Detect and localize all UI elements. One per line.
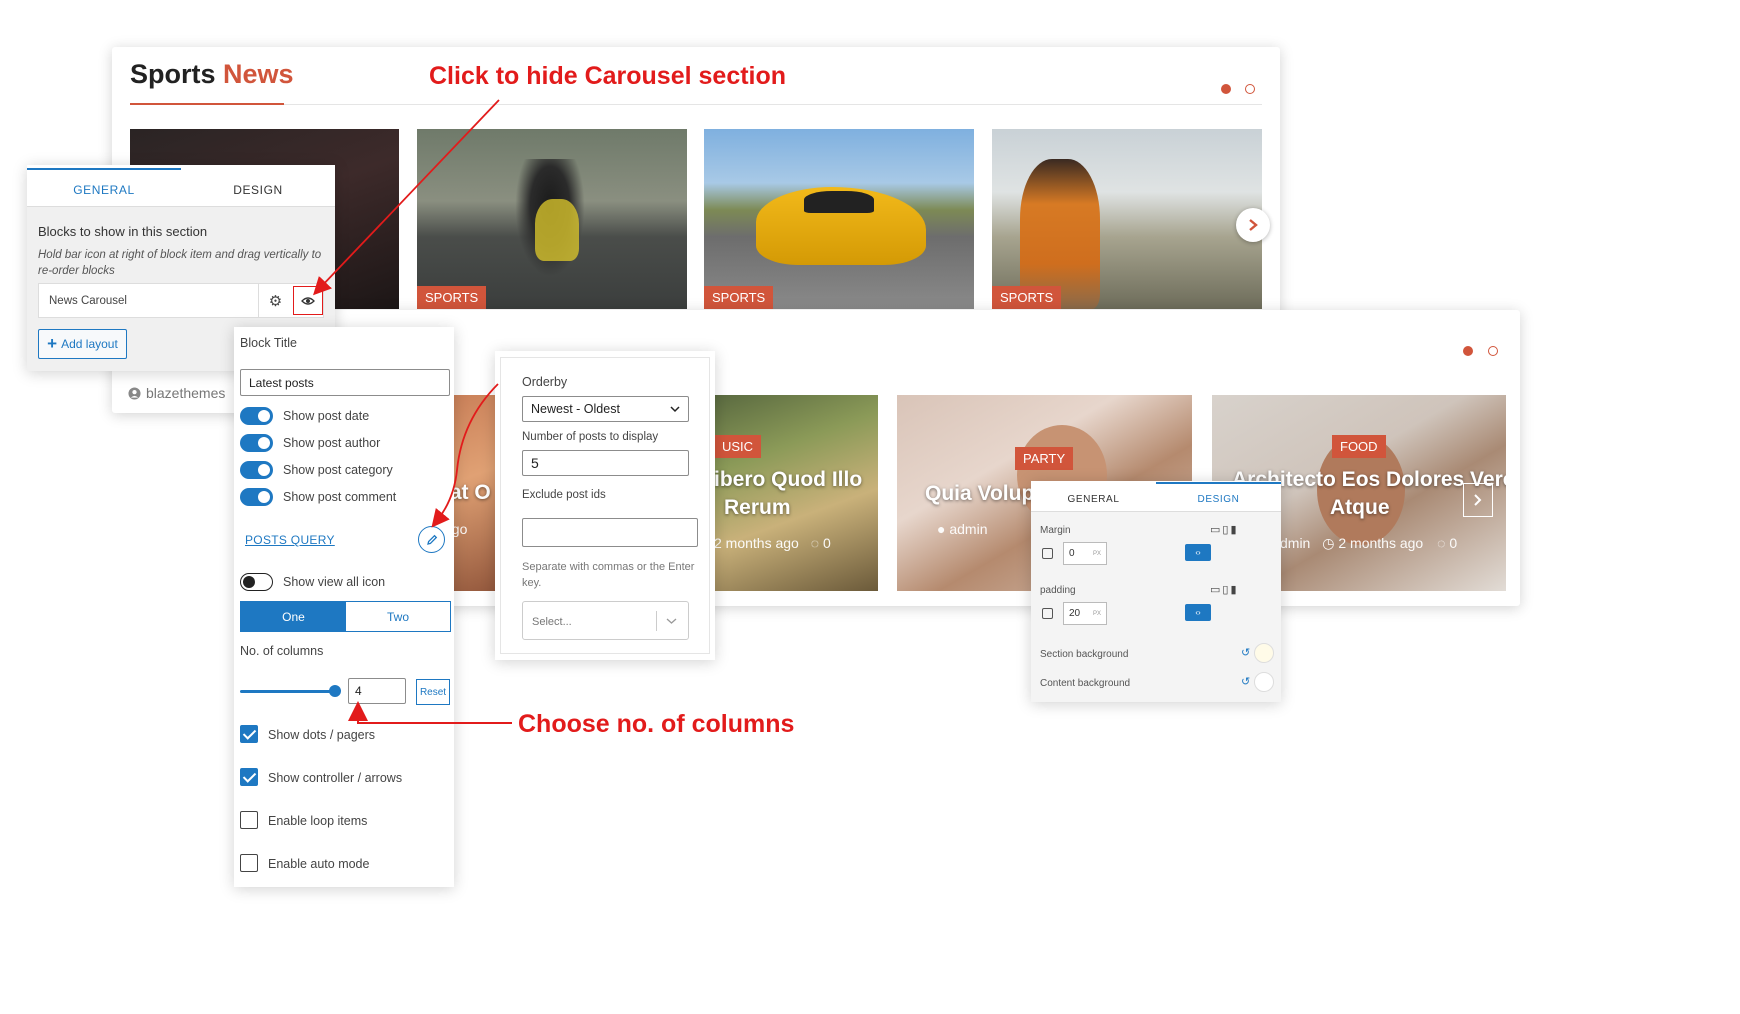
arrow-to-columns xyxy=(348,701,512,724)
annotation-arrows xyxy=(313,99,512,724)
arrow-to-eye xyxy=(313,99,500,296)
arrow-to-query-edit xyxy=(431,383,499,528)
